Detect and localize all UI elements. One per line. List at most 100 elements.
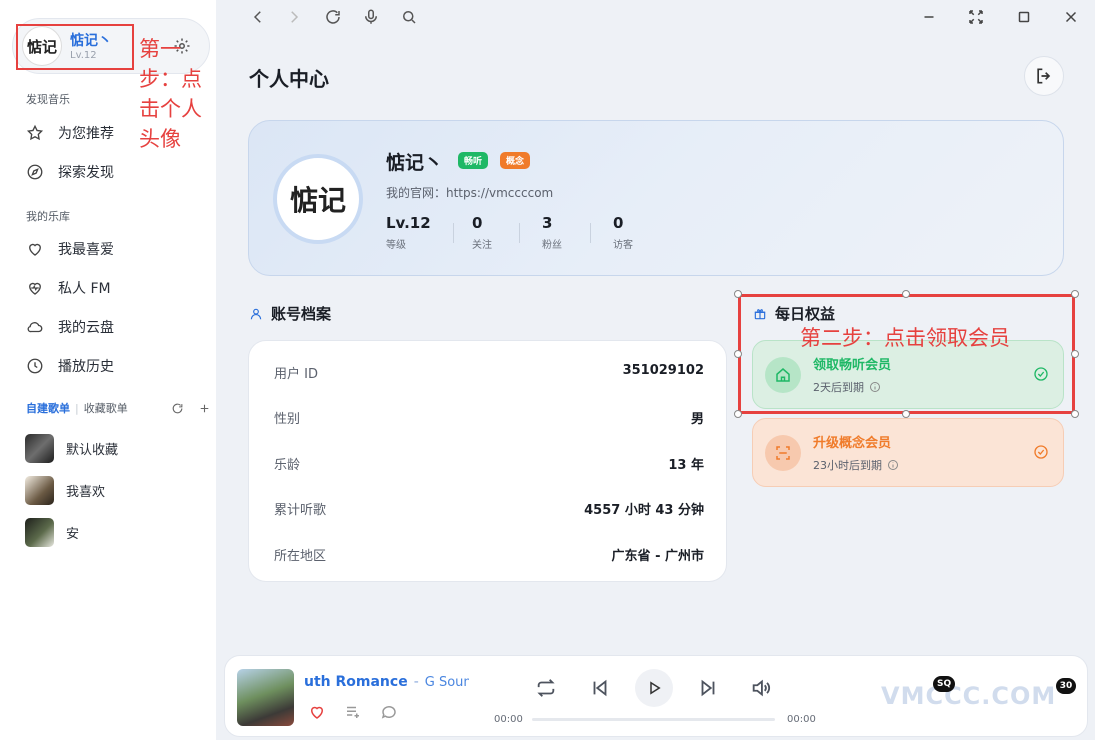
minimize-icon[interactable] — [920, 8, 938, 26]
queue-count-badge[interactable]: 30 — [1056, 678, 1076, 694]
heart-pulse-icon — [29, 282, 41, 295]
stat-value: 3 — [542, 214, 553, 232]
stat-value: 0 — [472, 214, 483, 232]
annotation-step2: 第二步：点击领取会员 — [800, 326, 1010, 350]
refresh-icon[interactable] — [171, 402, 184, 415]
track-info[interactable]: uth Romance-G Sounds — [304, 674, 469, 690]
progress-bar[interactable] — [532, 718, 775, 721]
stat-divider — [590, 223, 591, 243]
stat-visitors[interactable]: 0 访客 — [613, 214, 633, 251]
stat-label: 等级 — [386, 240, 406, 251]
profile-avatar[interactable]: 惦记 — [273, 154, 363, 244]
track-title[interactable]: uth Romance — [304, 674, 408, 690]
sidebar-item-fm[interactable]: 私人 FM — [26, 276, 111, 300]
playlist-item-an[interactable]: 安 — [25, 518, 79, 547]
sidebar-item-label: 私人 FM — [58, 281, 111, 297]
star-icon — [26, 124, 44, 141]
account-row-label: 用户 ID — [274, 367, 318, 382]
tab-collected-playlists[interactable]: 收藏歌单 — [84, 400, 128, 416]
stat-divider — [453, 223, 454, 243]
account-card: 用户 ID 351029102 性别 男 乐龄 13 年 累计听歌 4557 小… — [248, 340, 727, 582]
sidebar-item-explore[interactable]: 探索发现 — [26, 160, 114, 184]
previous-icon[interactable] — [589, 677, 611, 699]
playlist-item-like[interactable]: 我喜欢 — [25, 476, 105, 505]
benefit-title: 升级概念会员 — [813, 436, 892, 451]
tab-created-playlists[interactable]: 自建歌单 — [26, 400, 70, 416]
selection-handle — [1071, 410, 1079, 418]
selection-handle — [734, 350, 742, 358]
selection-handle — [1071, 350, 1079, 358]
sidebar-item-favorites[interactable]: 我最喜爱 — [26, 237, 114, 261]
playlist-label: 我喜欢 — [66, 485, 106, 500]
fullscreen-icon[interactable] — [967, 8, 985, 26]
sidebar-item-label: 播放历史 — [58, 359, 114, 375]
stat-following[interactable]: 0 关注 — [472, 214, 492, 251]
time-current: 00:00 — [494, 714, 523, 725]
heart-icon — [29, 243, 41, 256]
vip-badge: 畅听 — [458, 152, 489, 169]
close-icon[interactable] — [1062, 8, 1080, 26]
sidebar-item-label: 我的云盘 — [58, 320, 114, 336]
sidebar-item-recommend[interactable]: 为您推荐 — [26, 121, 114, 145]
watermark: VMCCC.COM — [881, 682, 1057, 710]
volume-icon[interactable] — [750, 677, 772, 699]
sidebar-item-label: 探索发现 — [58, 165, 114, 181]
account-row-value: 351029102 — [622, 363, 704, 378]
next-icon[interactable] — [697, 677, 719, 699]
account-section-header: 账号档案 — [249, 303, 331, 324]
forward-icon[interactable] — [285, 8, 303, 26]
discover-section-title: 发现音乐 — [26, 93, 70, 106]
page-title: 个人中心 — [249, 67, 329, 91]
plus-icon[interactable] — [198, 402, 211, 415]
account-row: 乐龄 13 年 — [274, 454, 704, 473]
cloud-icon — [27, 322, 43, 333]
compass-icon — [27, 164, 43, 180]
annotation-box-step2 — [738, 294, 1075, 414]
album-art[interactable] — [237, 669, 294, 726]
profile-name: 惦记丶 — [386, 152, 444, 174]
add-to-playlist-icon[interactable] — [344, 703, 362, 721]
sidebar-item-history[interactable]: 播放历史 — [26, 354, 114, 378]
account-row-label: 乐龄 — [274, 458, 301, 473]
track-artist[interactable]: G Sounds — [425, 675, 469, 690]
selection-handle — [902, 290, 910, 298]
profile-site[interactable]: 我的官网：https://vmccccom — [386, 184, 553, 201]
upgrade-concept-button[interactable]: 升级概念会员 23小时后到期 — [752, 418, 1064, 487]
selection-handle — [902, 410, 910, 418]
playlist-tabs: 自建歌单 | 收藏歌单 — [26, 400, 211, 416]
sidebar-item-label: 为您推荐 — [58, 126, 114, 142]
stat-divider — [519, 223, 520, 243]
annotation-box-step1 — [16, 24, 134, 70]
play-button[interactable] — [635, 669, 673, 707]
search-icon[interactable] — [400, 8, 418, 26]
benefit-expiry: 23小时后到期 — [813, 457, 899, 473]
playlist-item-default[interactable]: 默认收藏 — [25, 434, 118, 463]
profile-card: 惦记 惦记丶 畅听 概念 我的官网：https://vmccccom Lv.12… — [248, 120, 1064, 276]
stat-value: 0 — [613, 214, 624, 232]
library-section-title: 我的乐库 — [26, 210, 70, 223]
back-icon[interactable] — [249, 8, 267, 26]
selection-handle — [734, 410, 742, 418]
account-row: 累计听歌 4557 小时 43 分钟 — [274, 499, 704, 518]
selection-handle — [1071, 290, 1079, 298]
microphone-icon[interactable] — [362, 8, 380, 26]
comment-icon[interactable] — [380, 703, 398, 721]
info-icon[interactable] — [887, 459, 899, 471]
playlist-label: 默认收藏 — [66, 443, 119, 458]
sidebar-item-cloud[interactable]: 我的云盘 — [26, 315, 114, 339]
stat-fans[interactable]: 3 粉丝 — [542, 214, 562, 251]
sidebar-item-label: 我最喜爱 — [58, 242, 114, 258]
heart-icon[interactable] — [308, 703, 326, 721]
repeat-icon[interactable] — [535, 677, 557, 699]
stat-label: 粉丝 — [542, 240, 562, 251]
sidebar: 惦记 惦记丶 Lv.12 第一步：点击个人头像 发现音乐 为您推荐 探索发现 我… — [0, 0, 216, 740]
stat-value: Lv.12 — [386, 214, 431, 232]
playlist-cover — [25, 434, 54, 463]
benefit-icon-wrap — [765, 435, 801, 471]
account-row-label: 性别 — [274, 412, 301, 427]
reload-icon[interactable] — [324, 8, 342, 26]
logout-button[interactable] — [1024, 56, 1064, 96]
quality-badge[interactable]: SQ — [933, 676, 956, 692]
maximize-icon[interactable] — [1015, 8, 1033, 26]
stat-label: 关注 — [472, 240, 492, 251]
